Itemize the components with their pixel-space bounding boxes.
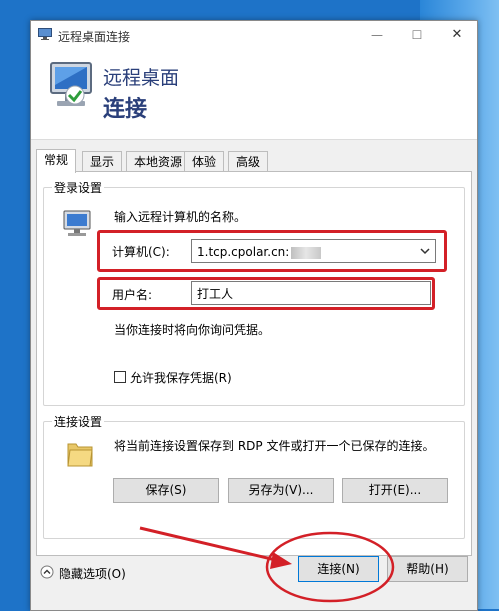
open-button[interactable]: 打开(E)...: [342, 478, 448, 503]
save-credentials-checkbox[interactable]: [114, 371, 126, 383]
save-button[interactable]: 保存(S): [113, 478, 219, 503]
help-button[interactable]: 帮助(H): [387, 556, 468, 582]
remote-desktop-icon: [38, 28, 52, 40]
header-banner: 远程桌面 连接: [31, 49, 477, 140]
connection-settings-label: 连接设置: [52, 413, 105, 430]
login-instruction: 输入远程计算机的名称。: [114, 210, 247, 224]
save-credentials-label[interactable]: 允许我保存凭据(R): [130, 369, 232, 386]
window-title: 远程桌面连接: [58, 30, 131, 44]
credentials-note: 当你连接时将向你询问凭据。: [114, 323, 271, 337]
minimize-button[interactable]: —: [357, 21, 397, 49]
chevron-down-icon[interactable]: [420, 246, 430, 256]
computer-input[interactable]: 1.tcp.cpolar.cn:: [191, 239, 436, 263]
connect-button[interactable]: 连接(N): [298, 556, 379, 582]
banner-title-line1: 远程桌面: [103, 67, 180, 89]
connection-description: 将当前连接设置保存到 RDP 文件或打开一个已保存的连接。: [114, 439, 435, 453]
username-input[interactable]: 打工人: [191, 281, 431, 305]
tab-panel-general: 登录设置 输入远程计算机的名称。 计算机(C): 1.tcp.cpolar.cn…: [36, 171, 472, 556]
tab-advanced[interactable]: 高级: [228, 151, 269, 172]
tab-local-resources[interactable]: 本地资源: [126, 151, 191, 172]
close-button[interactable]: ✕: [437, 21, 477, 49]
connection-settings-group: 连接设置 将当前连接设置保存到 RDP 文件或打开一个已保存的连接。 保存(S)…: [43, 413, 465, 539]
computer-label: 计算机(C):: [112, 245, 170, 259]
computer-value: 1.tcp.cpolar.cn:: [197, 245, 290, 259]
save-as-button[interactable]: 另存为(V)...: [228, 478, 334, 503]
banner-title-line2: 连接: [103, 97, 148, 122]
hide-options-toggle[interactable]: 隐藏选项(O): [59, 565, 126, 582]
chevron-up-circle-icon[interactable]: [40, 565, 54, 579]
tab-general[interactable]: 常规: [36, 149, 77, 173]
computer-icon: [63, 210, 91, 236]
maximize-button[interactable]: ☐: [397, 21, 437, 49]
title-bar: 远程桌面连接 — ☐ ✕: [31, 21, 477, 49]
monitor-connect-icon: [50, 62, 92, 106]
username-label: 用户名:: [112, 288, 153, 302]
login-settings-label: 登录设置: [52, 179, 105, 196]
tab-experience[interactable]: 体验: [184, 151, 225, 172]
redacted-port-blur: [291, 246, 322, 259]
tab-display[interactable]: 显示: [82, 151, 123, 172]
login-settings-group: 登录设置 输入远程计算机的名称。 计算机(C): 1.tcp.cpolar.cn…: [43, 179, 465, 406]
remote-desktop-window: 远程桌面连接 — ☐ ✕ 远程桌面 连接 常规 显示 本地资源 体验 高级 登录…: [30, 20, 478, 611]
folder-icon: [67, 443, 93, 467]
